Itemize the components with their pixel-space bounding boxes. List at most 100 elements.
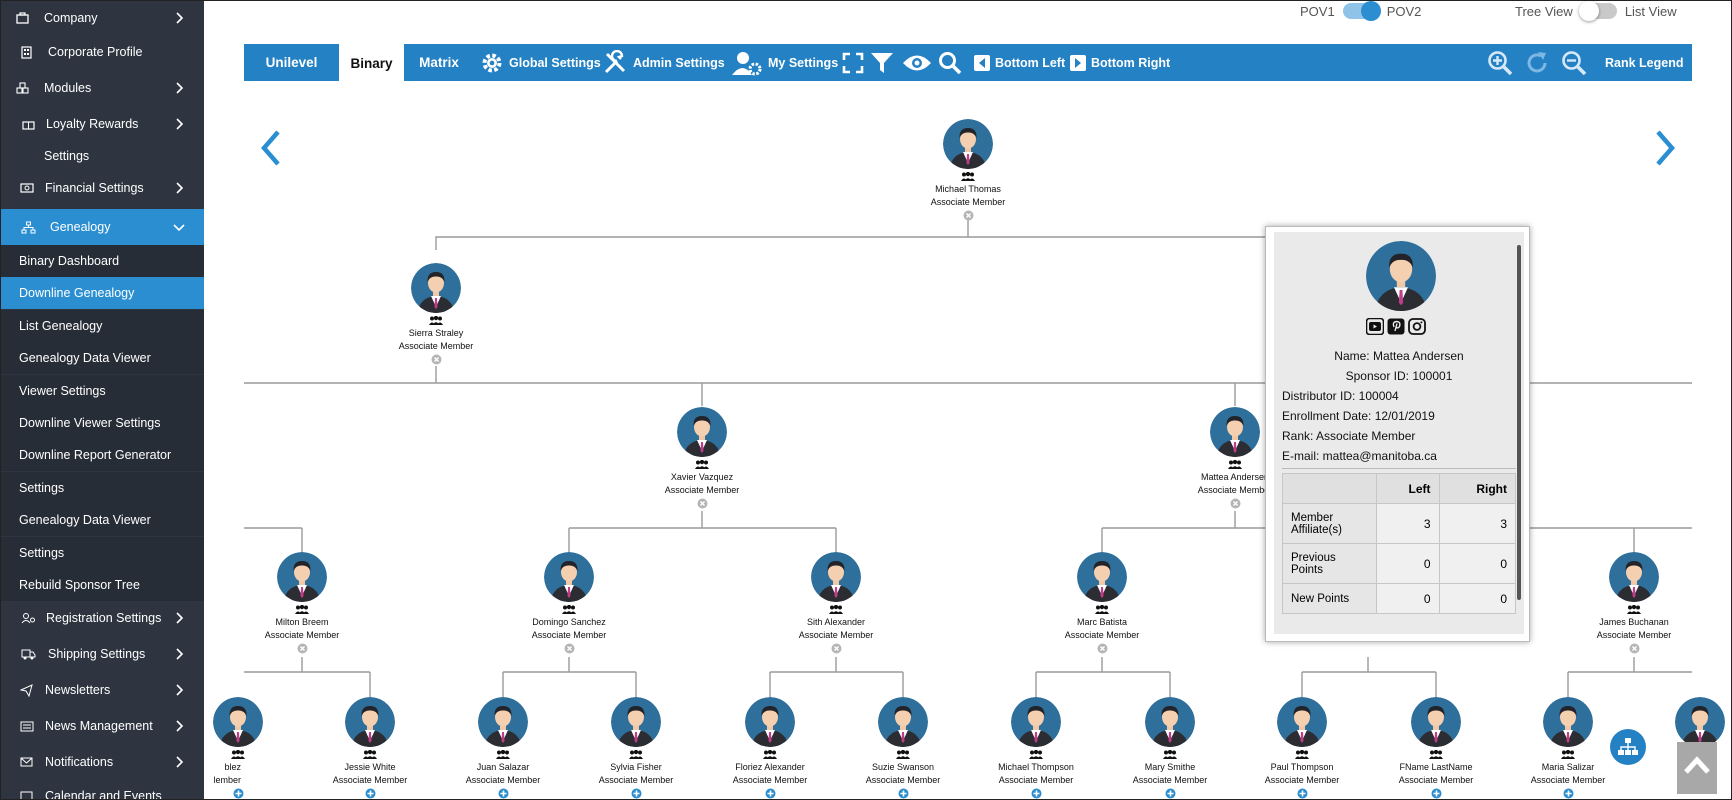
sidebar-item-corporate-profile[interactable]: Corporate Profile [1, 37, 204, 67]
sidebar-item-loyalty-rewards[interactable]: Loyalty Rewards [1, 109, 204, 139]
avatar[interactable] [411, 263, 461, 313]
member-node[interactable]: Michael Thompson Associate Member [971, 697, 1101, 799]
users-icon[interactable] [1163, 750, 1177, 759]
member-node[interactable]: FName LastName Associate Member [1371, 697, 1501, 799]
expand-plus-icon[interactable] [1297, 788, 1308, 799]
collapse-x-icon[interactable] [1097, 643, 1108, 654]
avatar[interactable] [677, 407, 727, 457]
member-node[interactable]: Paul Thompson Associate Member [1237, 697, 1367, 799]
avatar[interactable] [213, 697, 263, 747]
users-icon[interactable] [1627, 605, 1641, 614]
sidebar-item-rebuild-sponsor-tree[interactable]: Rebuild Sponsor Tree [1, 569, 204, 601]
sidebar-item-downline-genealogy[interactable]: Downline Genealogy [1, 277, 204, 309]
sidebar-item-data-viewer-settings[interactable]: Settings [1, 537, 204, 569]
sidebar-item-report-settings[interactable]: Settings [1, 472, 204, 504]
youtube-icon[interactable] [1366, 318, 1384, 335]
sidebar-item-news-management[interactable]: News Management [1, 711, 204, 741]
collapse-x-icon[interactable] [697, 498, 708, 509]
expand-plus-icon[interactable] [1431, 788, 1442, 799]
expand-plus-icon[interactable] [631, 788, 642, 799]
users-icon[interactable] [1095, 605, 1109, 614]
collapse-x-icon[interactable] [297, 643, 308, 654]
users-icon[interactable] [896, 750, 910, 759]
sidebar-item-company[interactable]: Company [1, 3, 204, 33]
expand-plus-icon[interactable] [1165, 788, 1176, 799]
avatar[interactable] [1543, 697, 1593, 747]
sidebar-item-financial-settings[interactable]: Financial Settings [1, 173, 204, 203]
sidebar-item-genealogy-data-viewer-2[interactable]: Genealogy Data Viewer [1, 504, 204, 536]
avatar[interactable] [1145, 697, 1195, 747]
avatar[interactable] [1609, 552, 1659, 602]
users-icon[interactable] [496, 750, 510, 759]
avatar[interactable] [811, 552, 861, 602]
sidebar-item-newsletters[interactable]: Newsletters [1, 675, 204, 705]
popup-scrollbar[interactable] [1517, 245, 1521, 600]
collapse-x-icon[interactable] [1629, 643, 1640, 654]
member-node[interactable]: Sith Alexander Associate Member [771, 552, 901, 654]
users-icon[interactable] [1228, 460, 1242, 469]
avatar[interactable] [478, 697, 528, 747]
sidebar-item-genealogy-data-viewer[interactable]: Genealogy Data Viewer [1, 342, 204, 374]
member-node[interactable]: Sylvia Fisher Associate Member [571, 697, 701, 799]
member-node[interactable]: Marc Batista Associate Member [1037, 552, 1167, 654]
avatar[interactable] [345, 697, 395, 747]
users-icon[interactable] [363, 750, 377, 759]
expand-plus-icon[interactable] [898, 788, 909, 799]
users-icon[interactable] [629, 750, 643, 759]
member-node[interactable]: Jessie White Associate Member [305, 697, 435, 799]
users-icon[interactable] [1429, 750, 1443, 759]
member-node[interactable]: James Buchanan Associate Member [1569, 552, 1699, 654]
collapse-x-icon[interactable] [1230, 498, 1241, 509]
sidebar-item-shipping-settings[interactable]: Shipping Settings [1, 639, 204, 669]
users-icon[interactable] [295, 605, 309, 614]
users-icon[interactable] [562, 605, 576, 614]
users-icon[interactable] [961, 172, 975, 181]
sidebar-item-notifications[interactable]: Notifications [1, 747, 204, 777]
users-icon[interactable] [1295, 750, 1309, 759]
users-icon[interactable] [1029, 750, 1043, 759]
avatar[interactable] [611, 697, 661, 747]
users-icon[interactable] [231, 750, 245, 759]
avatar[interactable] [1277, 697, 1327, 747]
expand-plus-icon[interactable] [1031, 788, 1042, 799]
expand-plus-icon[interactable] [1563, 788, 1574, 799]
member-node[interactable]: Xavier Vazquez Associate Member [637, 407, 767, 509]
sidebar-item-loyalty-settings[interactable]: Settings [1, 141, 204, 171]
sidebar-item-calendar[interactable]: Calendar and Events [1, 781, 204, 799]
expand-plus-icon[interactable] [765, 788, 776, 799]
expand-plus-icon[interactable] [365, 788, 376, 799]
sidebar-item-genealogy[interactable]: Genealogy [1, 209, 204, 245]
avatar[interactable] [1210, 407, 1260, 457]
users-icon[interactable] [763, 750, 777, 759]
member-node[interactable]: Sierra Straley Associate Member [371, 263, 501, 365]
avatar[interactable] [277, 552, 327, 602]
sidebar-item-binary-dashboard[interactable]: Binary Dashboard [1, 245, 204, 277]
instagram-icon[interactable] [1408, 318, 1426, 335]
collapse-x-icon[interactable] [431, 354, 442, 365]
sidebar-item-downline-report-generator[interactable]: Downline Report Generator [1, 439, 204, 471]
expand-plus-icon[interactable] [498, 788, 509, 799]
member-node[interactable]: Juan Salazar Associate Member [438, 697, 568, 799]
avatar[interactable] [1675, 697, 1725, 747]
avatar[interactable] [544, 552, 594, 602]
member-node[interactable]: Milton Breem Associate Member [237, 552, 367, 654]
avatar[interactable] [943, 119, 993, 169]
avatar[interactable] [1411, 697, 1461, 747]
avatar[interactable] [1011, 697, 1061, 747]
avatar[interactable] [878, 697, 928, 747]
users-icon[interactable] [695, 460, 709, 469]
sidebar-item-downline-viewer-settings[interactable]: Downline Viewer Settings [1, 407, 204, 439]
users-icon[interactable] [429, 316, 443, 325]
member-node[interactable]: Suzie Swanson Associate Member [838, 697, 968, 799]
member-node[interactable]: Floriez Alexander Associate Member [705, 697, 835, 799]
member-node[interactable]: blez lember [204, 697, 303, 799]
member-node[interactable]: Domingo Sanchez Associate Member [504, 552, 634, 654]
sidebar-item-viewer-settings[interactable]: Viewer Settings [1, 375, 204, 407]
tree-layout-button[interactable] [1610, 729, 1646, 765]
scroll-top-button[interactable] [1677, 742, 1717, 794]
expand-plus-icon[interactable] [233, 788, 244, 799]
member-node[interactable]: Mary Smithe Associate Member [1105, 697, 1235, 799]
member-node[interactable]: Michael Thomas Associate Member [903, 119, 1033, 221]
collapse-x-icon[interactable] [831, 643, 842, 654]
users-icon[interactable] [1561, 750, 1575, 759]
